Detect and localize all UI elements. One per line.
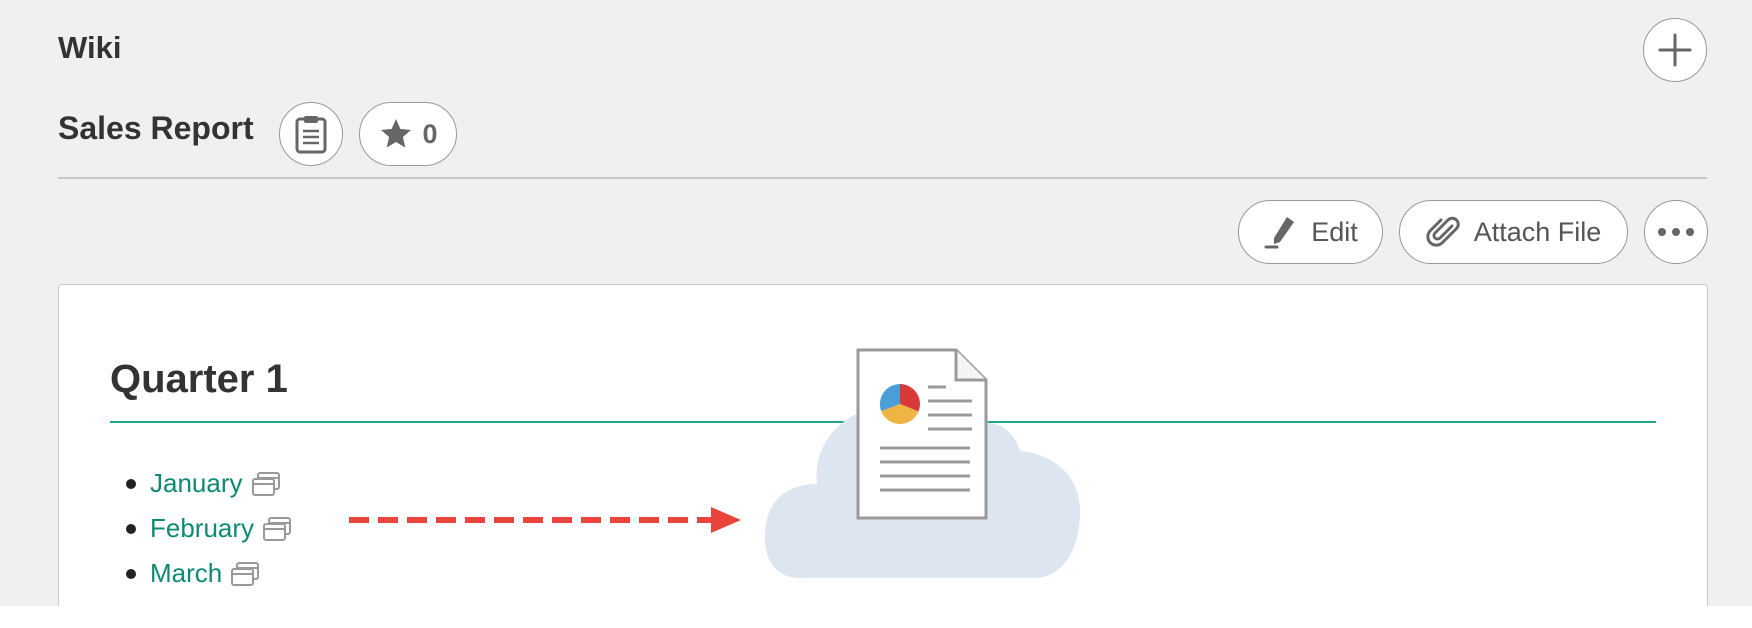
edit-button[interactable]: Edit (1238, 200, 1383, 264)
link-march[interactable]: March (150, 558, 222, 589)
dashed-arrow-icon (349, 507, 741, 533)
star-button[interactable]: 0 (359, 102, 457, 166)
bullet (126, 523, 136, 534)
cloud-document-illustration (764, 348, 1080, 578)
bullet (126, 568, 136, 579)
ellipsis-icon (1658, 228, 1694, 236)
list-item: January (126, 461, 292, 506)
pen-icon (1264, 217, 1295, 249)
clipboard-icon (295, 116, 327, 154)
attach-label: Attach File (1473, 216, 1602, 247)
star-count: 0 (422, 118, 438, 149)
month-link-list: January February March (126, 461, 292, 596)
open-window-icon[interactable] (262, 516, 292, 542)
section-title: Wiki (58, 30, 122, 65)
link-february[interactable]: February (150, 513, 254, 544)
open-window-icon[interactable] (230, 561, 260, 587)
open-window-icon[interactable] (251, 471, 281, 497)
more-options-button[interactable] (1644, 200, 1708, 264)
attach-file-button[interactable]: Attach File (1399, 200, 1628, 264)
edit-label: Edit (1311, 216, 1358, 247)
wiki-app: Wiki Sales Report 0 Edit Attach File Qua… (0, 0, 1752, 606)
page-title: Sales Report (58, 110, 254, 146)
link-january[interactable]: January (150, 468, 243, 499)
list-item: February (126, 506, 292, 551)
plus-icon (1658, 33, 1692, 67)
title-divider (58, 177, 1707, 179)
clipboard-button[interactable] (279, 102, 343, 166)
content-heading: Quarter 1 (110, 357, 288, 401)
list-item: March (126, 551, 292, 596)
star-icon (381, 119, 412, 148)
paperclip-icon (1426, 216, 1460, 247)
report-document-icon (856, 348, 988, 520)
bullet (126, 478, 136, 489)
add-page-button[interactable] (1643, 18, 1707, 82)
